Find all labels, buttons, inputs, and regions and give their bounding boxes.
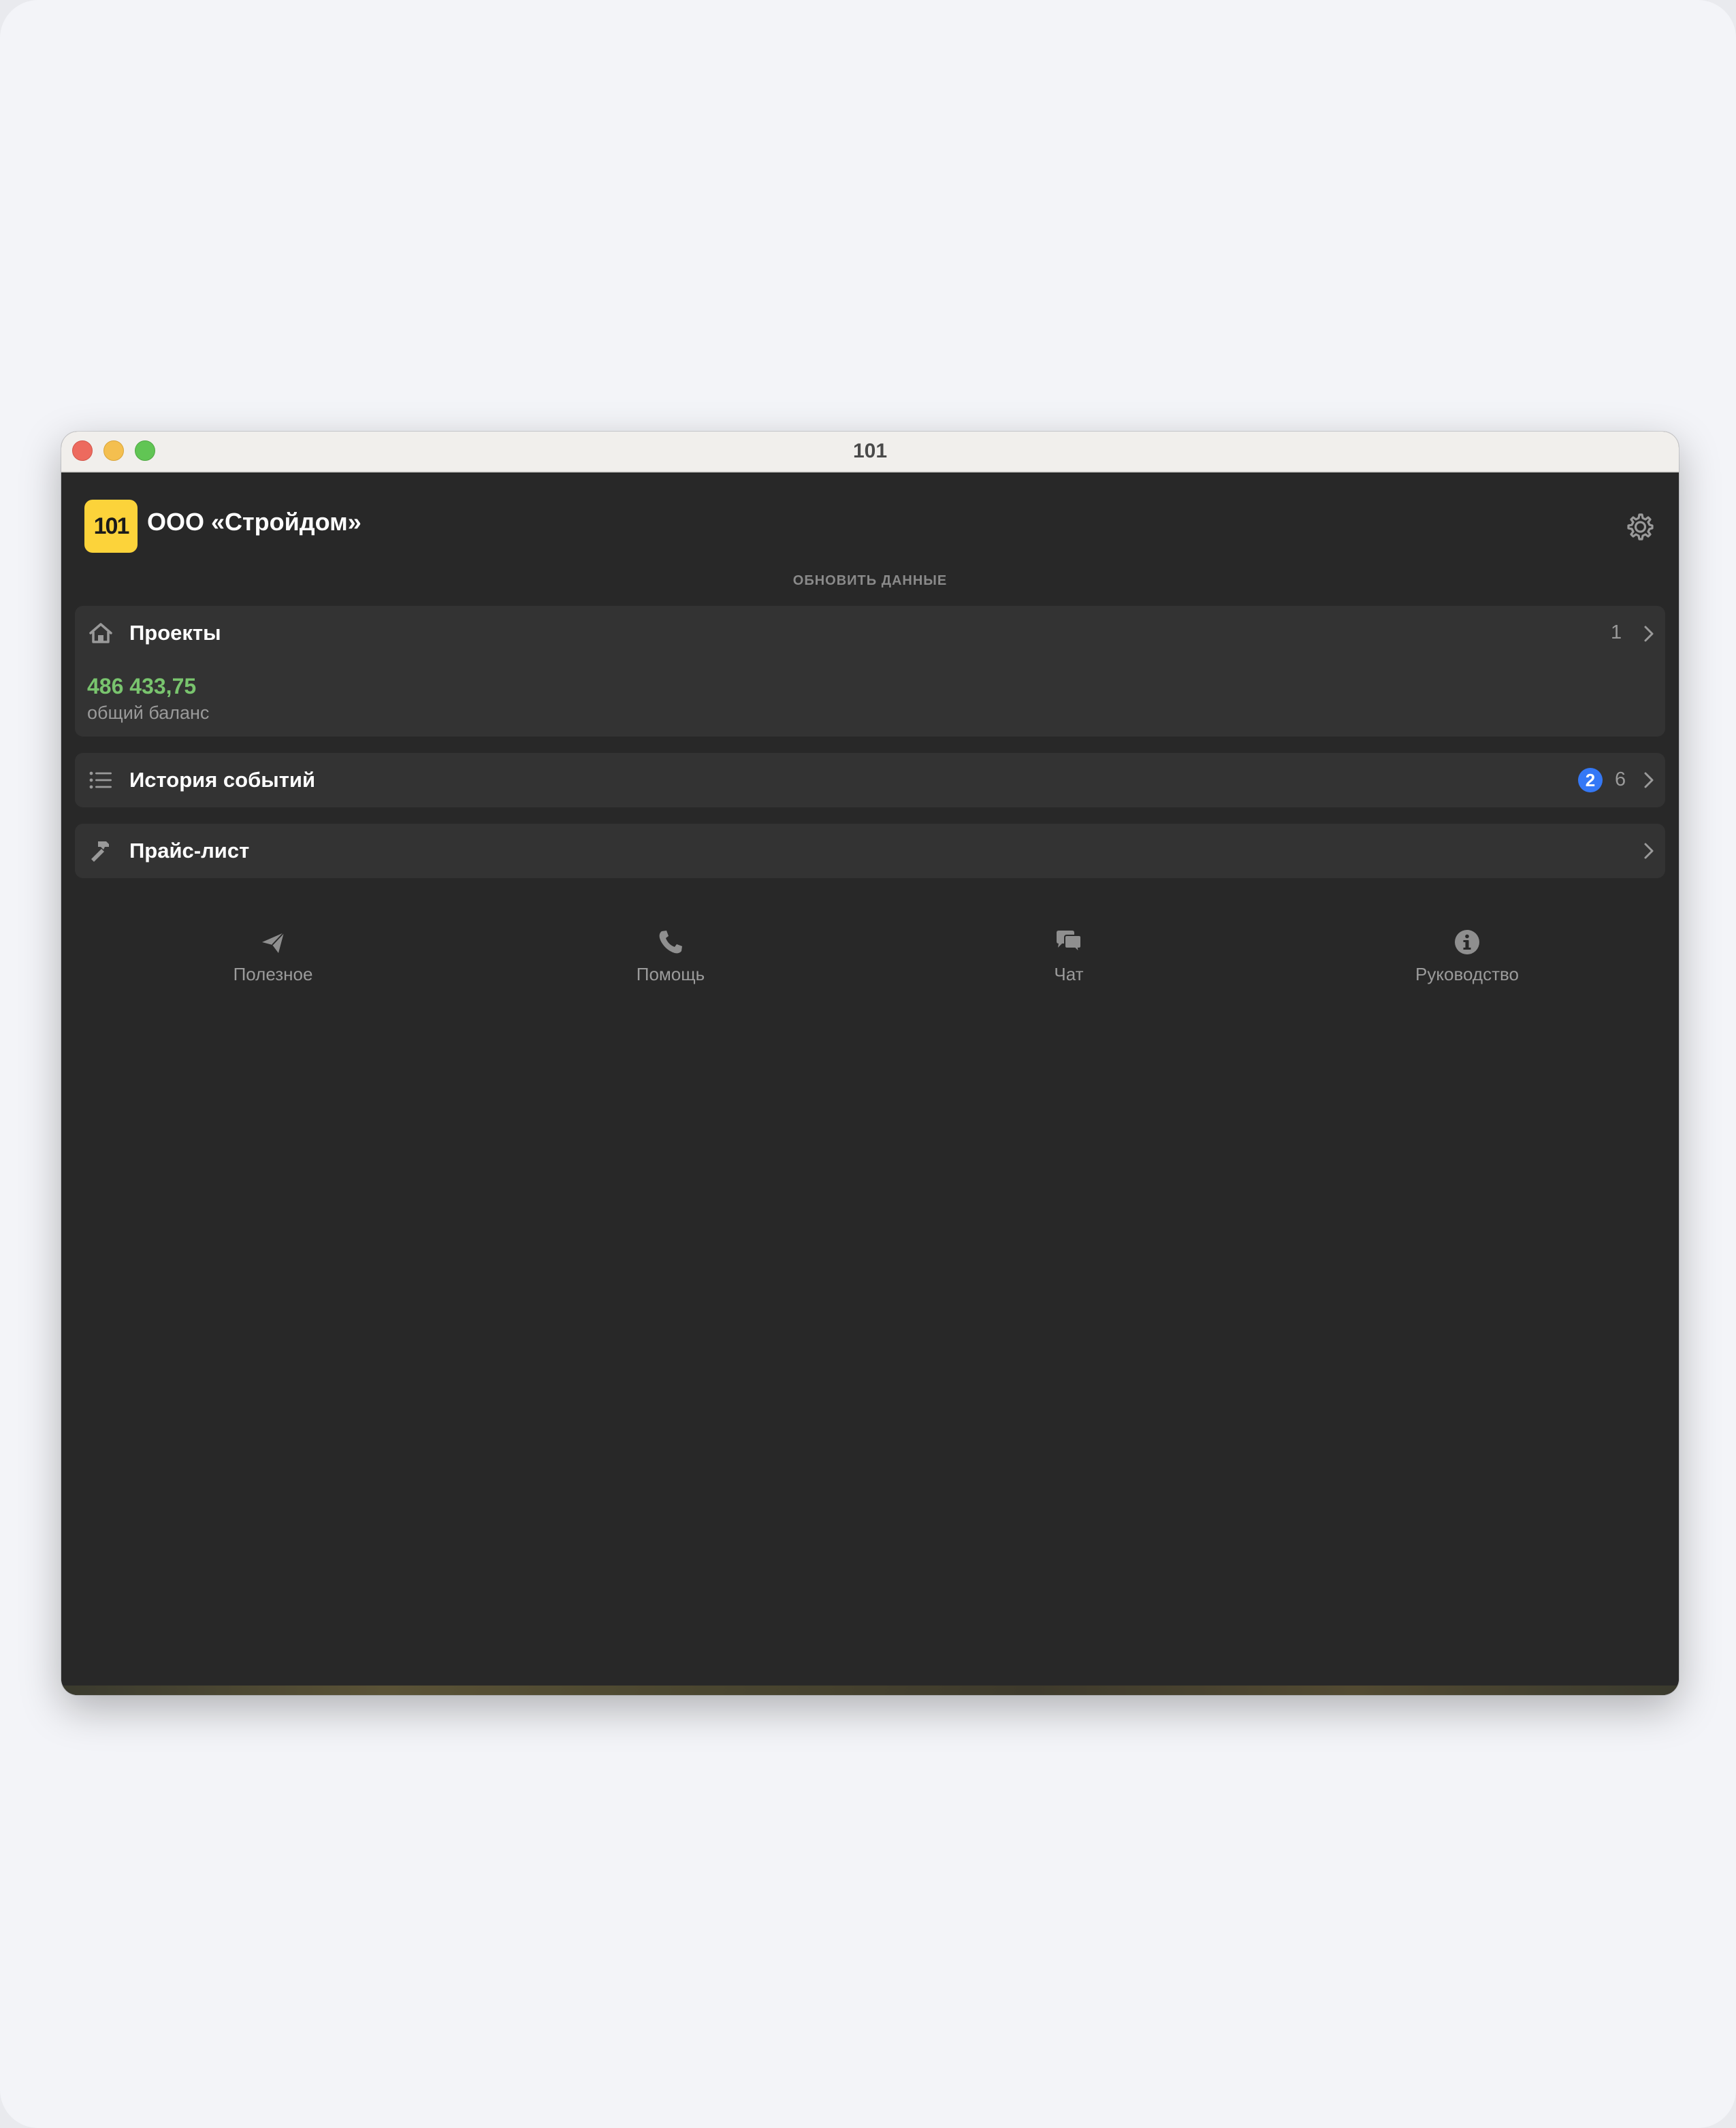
info-icon: [1455, 930, 1479, 954]
event-history-row[interactable]: История событий 2 6: [75, 753, 1665, 807]
chevron-right-icon: [1644, 626, 1654, 642]
paper-plane-icon: [262, 932, 285, 953]
nav-useful[interactable]: Полезное: [171, 927, 375, 985]
nav-chat-label: Чат: [1054, 964, 1084, 984]
total-balance-label: общий баланс: [87, 703, 210, 723]
total-balance-value: 486 433,75: [87, 674, 197, 698]
nav-guide[interactable]: Руководство: [1365, 927, 1569, 985]
event-history-title: История событий: [129, 768, 316, 792]
app-logo: 101: [84, 500, 138, 553]
nav-chat[interactable]: Чат: [967, 927, 1171, 985]
main-content: 101 ООО «Стройдом» ОБНОВИТЬ ДАННЫЕ Проек…: [61, 472, 1679, 1695]
chevron-right-icon: [1644, 843, 1654, 859]
nav-help-label: Помощь: [636, 964, 705, 984]
nav-useful-label: Полезное: [233, 964, 313, 984]
nav-help[interactable]: Помощь: [568, 927, 773, 985]
list-icon: [89, 771, 112, 789]
gear-icon[interactable]: [1624, 512, 1654, 542]
price-list-title: Прайс-лист: [129, 839, 250, 863]
price-list-row[interactable]: Прайс-лист: [75, 824, 1665, 878]
background-image-strip: [61, 1686, 1679, 1695]
event-history-count: 6: [1615, 769, 1626, 790]
company-name: ООО «Стройдом»: [147, 508, 361, 536]
hammer-icon: [91, 841, 109, 862]
title-bar: 101: [61, 432, 1679, 472]
chevron-right-icon: [1644, 772, 1654, 788]
projects-title: Проекты: [129, 621, 221, 645]
app-window: 101 101 ООО «Стройдом» ОБНОВИТЬ ДАННЫЕ П…: [61, 432, 1679, 1695]
chat-bubbles-icon: [1057, 931, 1082, 954]
refresh-data-button[interactable]: ОБНОВИТЬ ДАННЫЕ: [61, 573, 1679, 589]
projects-count: 1: [1611, 622, 1622, 643]
nav-guide-label: Руководство: [1415, 964, 1519, 984]
house-icon: [89, 623, 112, 643]
window-title: 101: [852, 440, 888, 462]
unread-badge: 2: [1578, 768, 1603, 792]
projects-card[interactable]: Проекты 1 486 433,75 общий баланс: [75, 606, 1665, 737]
phone-icon: [659, 931, 682, 954]
